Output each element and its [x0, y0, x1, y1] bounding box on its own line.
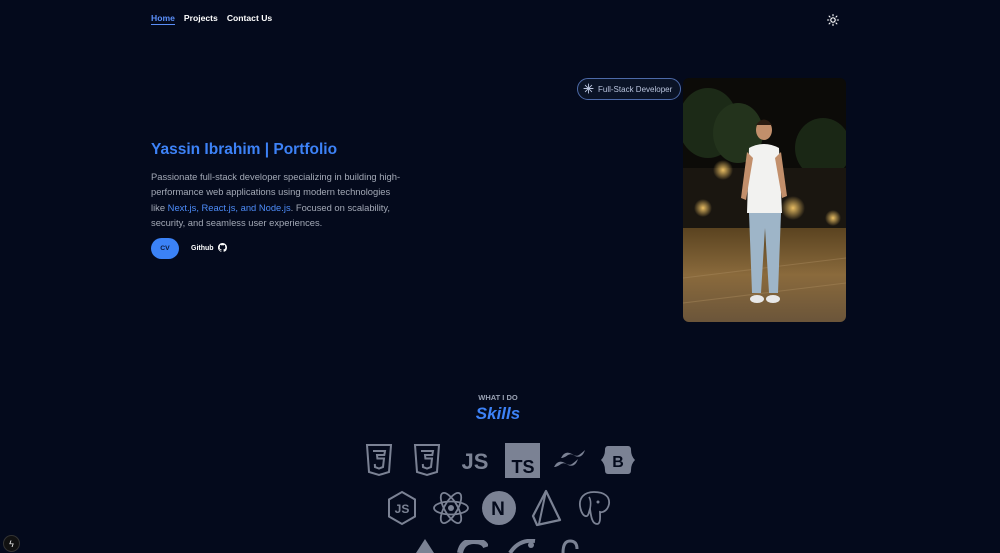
react-icon — [432, 491, 470, 525]
cv-button[interactable]: CV — [151, 238, 179, 259]
github-link[interactable]: Github — [191, 243, 227, 254]
skill-icon-row3-3 — [507, 539, 539, 553]
javascript-icon: JS — [459, 447, 491, 475]
html5-icon — [364, 443, 394, 477]
bootstrap-icon: B — [600, 444, 636, 476]
bolt-icon[interactable]: ϟ — [3, 535, 20, 552]
hero-tech-highlight: Next.js, React.js, and Node.js — [167, 201, 291, 213]
nodejs-icon: JS — [386, 490, 418, 526]
skills-title: Skills — [475, 404, 521, 423]
role-badge: Full-Stack Developer — [577, 78, 682, 100]
prisma-icon — [531, 489, 563, 527]
nextjs-icon: N — [481, 490, 517, 526]
skills-kicker: WHAT I DO — [478, 393, 518, 402]
hero-description: Passionate full-stack developer speciali… — [151, 169, 406, 230]
postgresql-icon — [576, 489, 612, 527]
n-text: N — [491, 499, 505, 520]
github-label: Github — [191, 245, 214, 252]
css3-icon — [412, 443, 442, 477]
skill-icon-row3-4 — [559, 539, 581, 553]
nav-home[interactable]: Home — [151, 13, 175, 25]
node-js-text: JS — [395, 502, 410, 516]
sun-icon[interactable] — [826, 13, 840, 27]
b-text: B — [612, 454, 624, 471]
github-icon — [217, 243, 227, 254]
hero-title: Yassin Ibrahim | Portfolio — [151, 141, 338, 158]
profile-photo — [683, 78, 846, 322]
ts-text: TS — [511, 457, 534, 477]
nav-projects[interactable]: Projects — [184, 13, 218, 25]
top-nav: Home Projects Contact Us — [151, 13, 272, 25]
skill-icon-row3-2 — [456, 540, 488, 553]
js-text: JS — [462, 449, 489, 474]
typescript-icon: TS — [505, 443, 540, 478]
skill-icon-row3-1 — [414, 539, 436, 553]
tailwind-icon — [552, 449, 588, 471]
badge-label: Full-Stack Developer — [598, 84, 673, 94]
sparkle-icon — [583, 82, 594, 96]
nav-contact[interactable]: Contact Us — [227, 13, 272, 25]
